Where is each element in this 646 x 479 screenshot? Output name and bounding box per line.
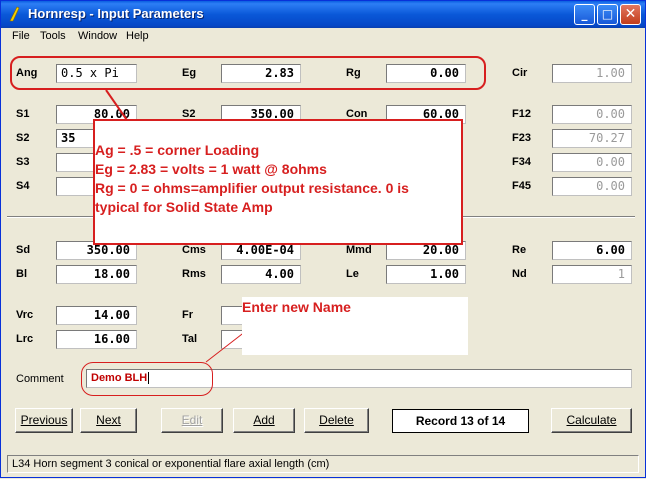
name-hint-text: Enter new Name	[242, 299, 351, 315]
annotation-line-3: Rg = 0 = ohms=amplifier output resistanc…	[95, 180, 409, 196]
app-window: Hornresp - Input Parameters _ □ ✕ File T…	[0, 0, 646, 478]
annotation-box: Ag = .5 = corner Loading Eg = 2.83 = vol…	[93, 119, 463, 245]
connector-comment	[205, 330, 247, 363]
annotation-line-2: Eg = 2.83 = volts = 1 watt @ 8ohms	[95, 161, 327, 177]
name-hint-box: Enter new Name	[242, 297, 468, 355]
annotation-line-1: Ag = .5 = corner Loading	[95, 142, 260, 158]
annotation-line-4: typical for Solid State Amp	[95, 199, 273, 215]
